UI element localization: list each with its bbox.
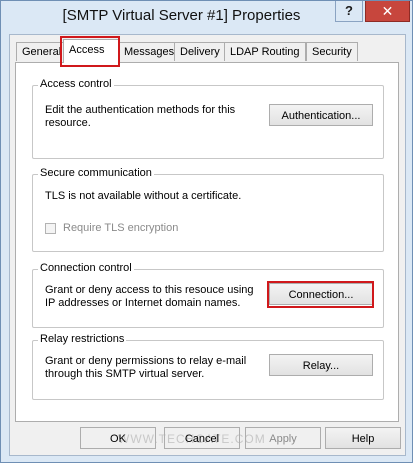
relay-restrictions-line1: Grant or deny permissions to relay e-mai… — [45, 355, 247, 367]
tab-access[interactable]: Access — [63, 39, 119, 63]
title-bar[interactable]: [SMTP Virtual Server #1] Properties ? ✕ — [1, 1, 412, 34]
tab-delivery[interactable]: Delivery — [174, 42, 226, 61]
relay-restrictions-description: Grant or deny permissions to relay e-mai… — [45, 355, 246, 381]
close-icon[interactable]: ✕ — [365, 1, 410, 22]
tab-security[interactable]: Security — [306, 42, 358, 61]
access-control-group: Access control Edit the authentication m… — [32, 78, 384, 159]
help-icon[interactable]: ? — [335, 1, 363, 22]
tab-general[interactable]: General — [16, 42, 68, 61]
access-control-legend: Access control — [38, 78, 114, 90]
tls-status-text: TLS is not available without a certifica… — [45, 190, 242, 202]
connection-control-legend: Connection control — [38, 262, 134, 274]
secure-communication-legend: Secure communication — [38, 167, 154, 179]
access-control-line1: Edit the authentication methods for this — [45, 104, 236, 116]
relay-restrictions-legend: Relay restrictions — [38, 333, 127, 345]
cancel-button[interactable]: Cancel — [164, 427, 240, 449]
tab-messages[interactable]: Messages — [118, 42, 181, 61]
access-control-description: Edit the authentication methods for this… — [45, 104, 235, 130]
authentication-button[interactable]: Authentication... — [269, 104, 373, 126]
relay-button[interactable]: Relay... — [269, 354, 373, 376]
tab-ldap-routing[interactable]: LDAP Routing — [224, 42, 306, 61]
connection-control-group: Connection control Grant or deny access … — [32, 262, 384, 328]
secure-communication-group: Secure communication TLS is not availabl… — [32, 167, 384, 252]
ok-button[interactable]: OK — [80, 427, 156, 449]
apply-button[interactable]: Apply — [245, 427, 321, 449]
window-title: [SMTP Virtual Server #1] Properties — [62, 7, 301, 24]
connection-control-line2: IP addresses or Internet domain names. — [45, 297, 241, 309]
relay-restrictions-line2: through this SMTP virtual server. — [45, 368, 205, 380]
require-tls-checkbox[interactable] — [45, 223, 56, 234]
connection-control-line1: Grant or deny access to this resouce usi… — [45, 284, 254, 296]
access-tab-panel: Access control Edit the authentication m… — [15, 62, 399, 422]
help-button[interactable]: Help — [325, 427, 401, 449]
dialog-client-area: General Access Messages Delivery LDAP Ro… — [9, 34, 406, 456]
properties-window: [SMTP Virtual Server #1] Properties ? ✕ … — [0, 0, 413, 463]
connection-control-description: Grant or deny access to this resouce usi… — [45, 284, 254, 310]
require-tls-label: Require TLS encryption — [63, 222, 179, 234]
access-control-line2: resource. — [45, 117, 91, 129]
connection-button[interactable]: Connection... — [269, 283, 373, 305]
relay-restrictions-group: Relay restrictions Grant or deny permiss… — [32, 333, 384, 400]
